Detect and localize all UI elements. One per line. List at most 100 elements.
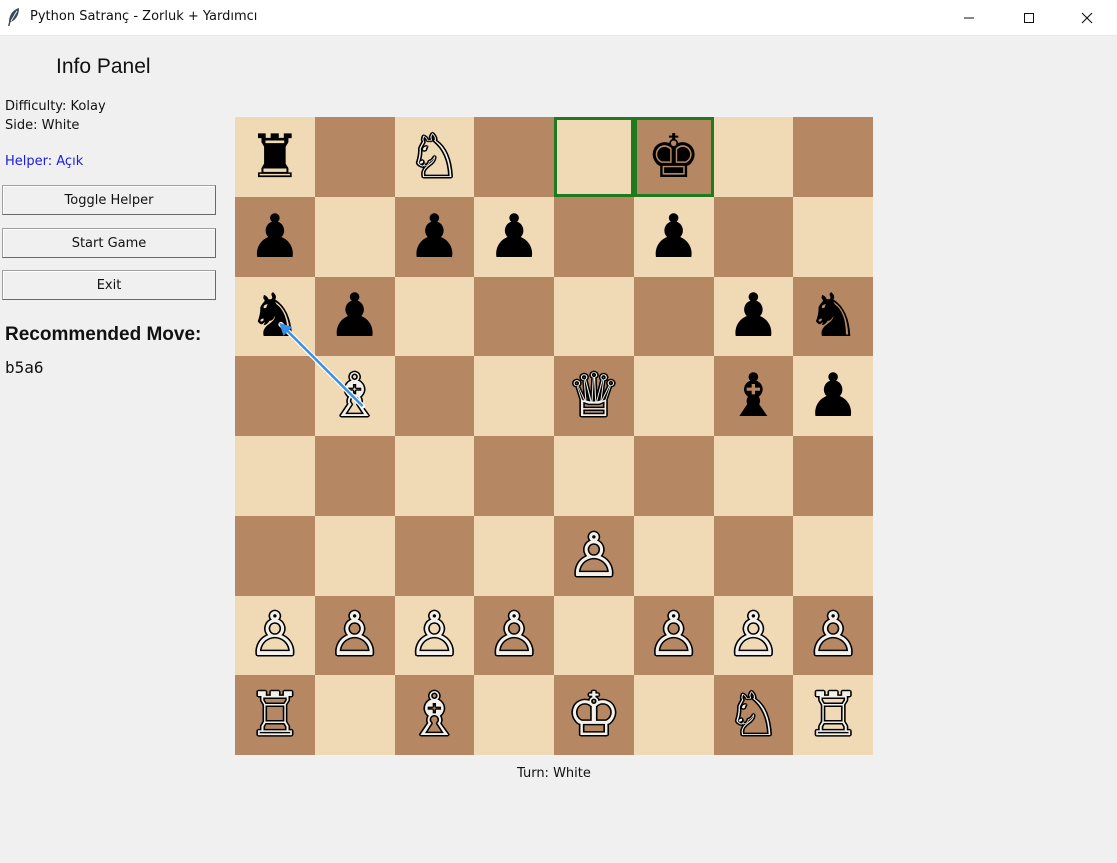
square-c5[interactable] — [394, 356, 475, 436]
square-g4[interactable] — [713, 436, 794, 516]
square-b5[interactable]: ♗ — [314, 356, 395, 436]
square-h8[interactable] — [793, 117, 873, 197]
square-e3[interactable]: ♙ — [554, 515, 634, 596]
white-knight-icon[interactable]: ♘ — [395, 117, 475, 197]
black-knight-icon[interactable]: ♞ — [235, 277, 315, 357]
black-pawn-icon[interactable]: ♟ — [474, 197, 554, 277]
square-c1[interactable]: ♗ — [394, 675, 475, 755]
square-b3[interactable] — [314, 515, 395, 596]
difficulty-label: Difficulty: Kolay — [5, 99, 106, 114]
white-pawn-icon[interactable]: ♙ — [235, 596, 315, 676]
square-a7[interactable]: ♟ — [235, 196, 315, 277]
square-g8[interactable] — [713, 117, 794, 197]
square-c3[interactable] — [394, 515, 475, 596]
square-d6[interactable] — [474, 276, 554, 357]
black-pawn-icon[interactable]: ♟ — [793, 356, 873, 436]
black-knight-icon[interactable]: ♞ — [793, 277, 873, 357]
square-a8[interactable]: ♜ — [235, 117, 315, 197]
square-b2[interactable]: ♙ — [314, 595, 395, 676]
toggle-helper-button[interactable]: Toggle Helper — [2, 185, 216, 215]
square-a5[interactable] — [235, 356, 315, 436]
square-a4[interactable] — [235, 436, 315, 516]
square-d2[interactable]: ♙ — [474, 595, 554, 676]
square-e1[interactable]: ♔ — [554, 675, 634, 755]
white-queen-icon[interactable]: ♕ — [554, 356, 634, 436]
minimize-button[interactable] — [946, 0, 992, 35]
white-bishop-icon[interactable]: ♗ — [315, 356, 395, 436]
square-a3[interactable] — [235, 515, 315, 596]
square-g5[interactable]: ♝ — [713, 356, 794, 436]
white-bishop-icon[interactable]: ♗ — [395, 675, 475, 755]
square-b6[interactable]: ♟ — [314, 276, 395, 357]
black-pawn-icon[interactable]: ♟ — [315, 277, 395, 357]
black-rook-icon[interactable]: ♜ — [235, 117, 315, 197]
square-b7[interactable] — [314, 196, 395, 277]
white-king-icon[interactable]: ♔ — [554, 675, 634, 755]
square-d4[interactable] — [474, 436, 554, 516]
square-b4[interactable] — [314, 436, 395, 516]
square-b1[interactable] — [314, 675, 395, 755]
square-e4[interactable] — [554, 436, 634, 516]
white-pawn-icon[interactable]: ♙ — [634, 596, 714, 676]
square-e2[interactable] — [554, 595, 634, 676]
white-knight-icon[interactable]: ♘ — [714, 675, 794, 755]
square-d8[interactable] — [474, 117, 554, 197]
white-pawn-icon[interactable]: ♙ — [474, 596, 554, 676]
square-e7[interactable] — [554, 196, 634, 277]
square-g2[interactable]: ♙ — [713, 595, 794, 676]
square-f2[interactable]: ♙ — [633, 595, 714, 676]
square-c2[interactable]: ♙ — [394, 595, 475, 676]
square-h4[interactable] — [793, 436, 873, 516]
maximize-button[interactable] — [1006, 0, 1052, 35]
square-c8[interactable]: ♘ — [394, 117, 475, 197]
exit-button[interactable]: Exit — [2, 270, 216, 300]
square-h3[interactable] — [793, 515, 873, 596]
square-h1[interactable]: ♖ — [793, 675, 873, 755]
square-h2[interactable]: ♙ — [793, 595, 873, 676]
square-g7[interactable] — [713, 196, 794, 277]
square-c6[interactable] — [394, 276, 475, 357]
square-a6[interactable]: ♞ — [235, 276, 315, 357]
square-f7[interactable]: ♟ — [633, 196, 714, 277]
square-d7[interactable]: ♟ — [474, 196, 554, 277]
black-king-icon[interactable]: ♚ — [634, 117, 714, 197]
square-g3[interactable] — [713, 515, 794, 596]
white-pawn-icon[interactable]: ♙ — [714, 596, 794, 676]
white-rook-icon[interactable]: ♖ — [235, 675, 315, 755]
black-pawn-icon[interactable]: ♟ — [634, 197, 714, 277]
white-pawn-icon[interactable]: ♙ — [315, 596, 395, 676]
square-g1[interactable]: ♘ — [713, 675, 794, 755]
square-f8[interactable]: ♚ — [633, 117, 714, 197]
square-h7[interactable] — [793, 196, 873, 277]
black-pawn-icon[interactable]: ♟ — [235, 197, 315, 277]
square-b8[interactable] — [314, 117, 395, 197]
square-d1[interactable] — [474, 675, 554, 755]
white-rook-icon[interactable]: ♖ — [793, 675, 873, 755]
square-a1[interactable]: ♖ — [235, 675, 315, 755]
square-d5[interactable] — [474, 356, 554, 436]
square-f4[interactable] — [633, 436, 714, 516]
square-e6[interactable] — [554, 276, 634, 357]
square-f3[interactable] — [633, 515, 714, 596]
white-pawn-icon[interactable]: ♙ — [793, 596, 873, 676]
square-e5[interactable]: ♕ — [554, 356, 634, 436]
start-game-button[interactable]: Start Game — [2, 228, 216, 258]
square-c4[interactable] — [394, 436, 475, 516]
black-pawn-icon[interactable]: ♟ — [395, 197, 475, 277]
square-e8[interactable] — [554, 117, 634, 197]
square-c7[interactable]: ♟ — [394, 196, 475, 277]
square-h6[interactable]: ♞ — [793, 276, 873, 357]
square-a2[interactable]: ♙ — [235, 595, 315, 676]
black-pawn-icon[interactable]: ♟ — [714, 277, 794, 357]
black-bishop-icon[interactable]: ♝ — [714, 356, 794, 436]
square-f1[interactable] — [633, 675, 714, 755]
white-pawn-icon[interactable]: ♙ — [554, 516, 634, 596]
square-f6[interactable] — [633, 276, 714, 357]
white-pawn-icon[interactable]: ♙ — [395, 596, 475, 676]
square-g6[interactable]: ♟ — [713, 276, 794, 357]
square-h5[interactable]: ♟ — [793, 356, 873, 436]
close-button[interactable] — [1064, 0, 1110, 35]
square-d3[interactable] — [474, 515, 554, 596]
chess-board[interactable]: ♜ ♘ ♚ ♟ ♟ ♟ ♟ ♞ ♟ ♟ ♞ ♗ ♕ ♝ ♟ ♙ ♙ ♙ ♙ ♙ ♙ ♙ ♙ ♖ ♗ ♔ ♘ ♖ — [235, 117, 873, 755]
square-f5[interactable] — [633, 356, 714, 436]
